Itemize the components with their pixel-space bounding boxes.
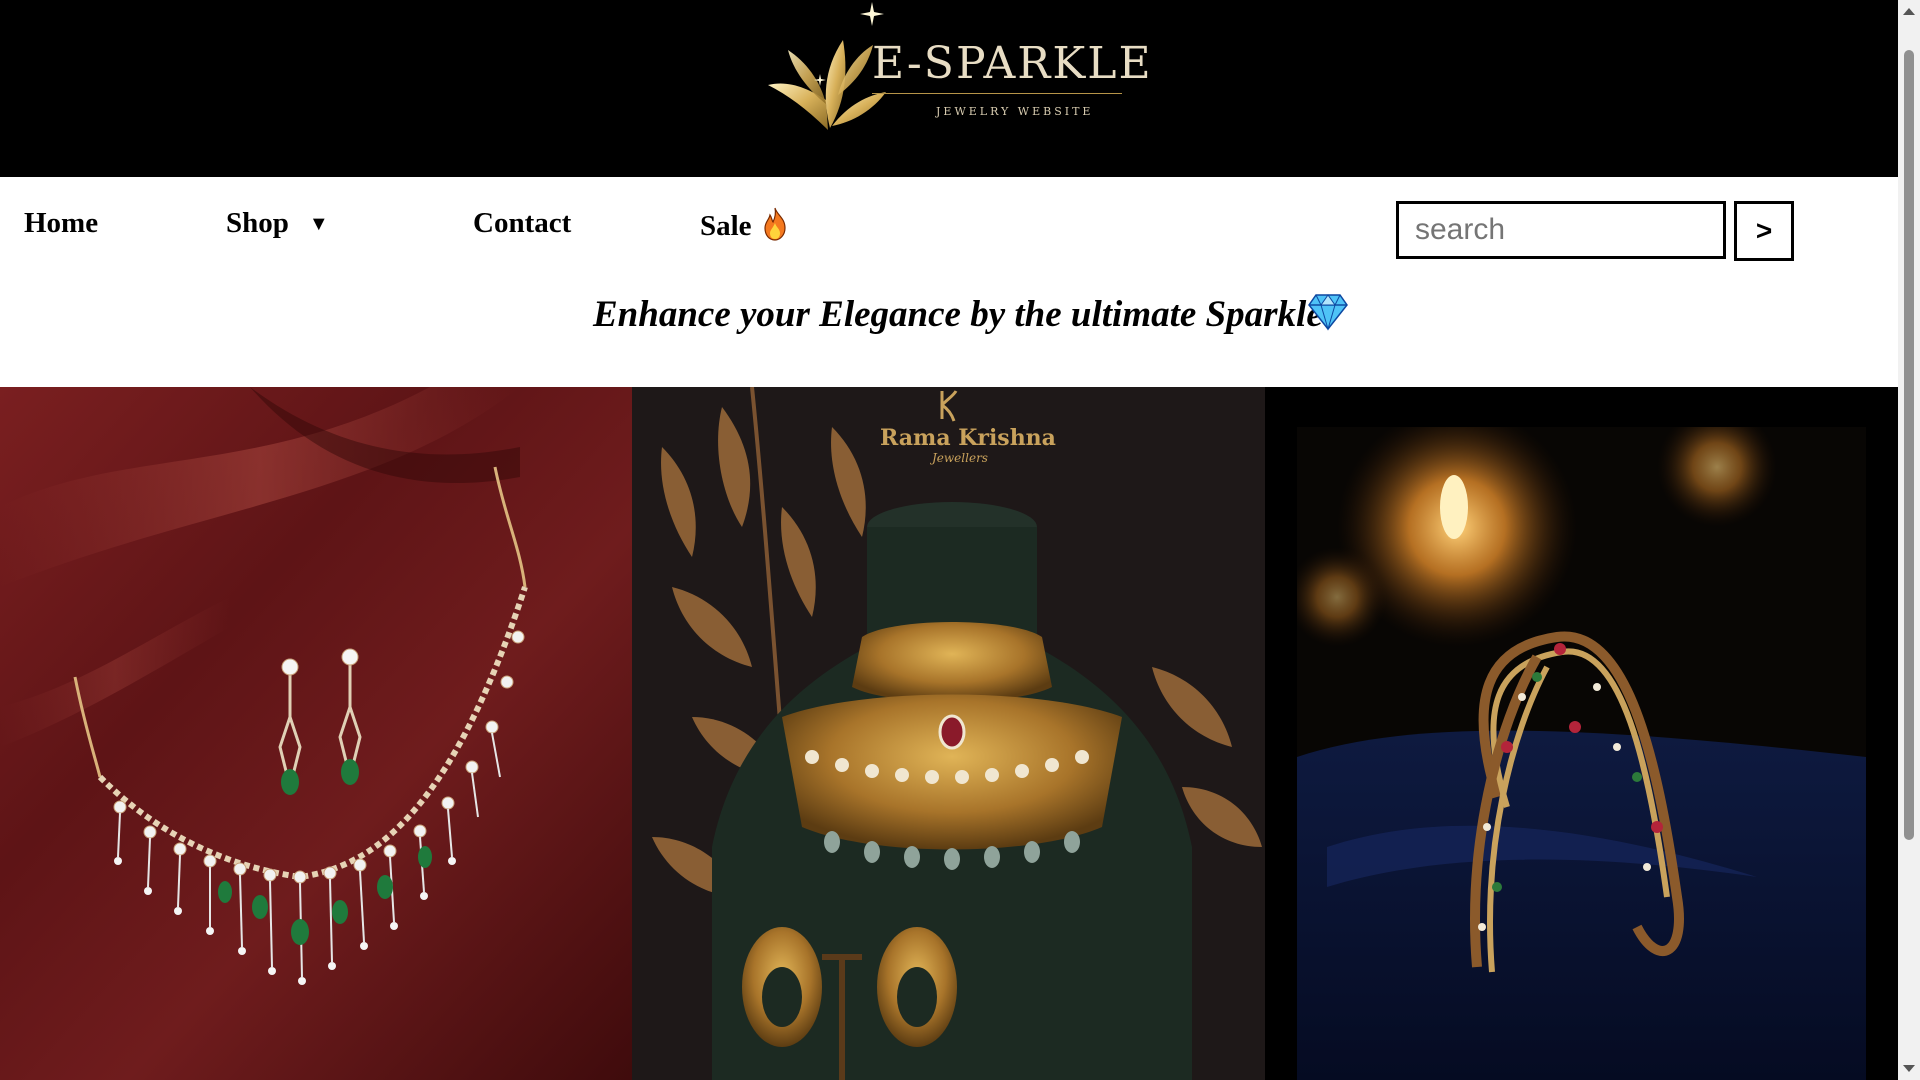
brand-name: Rama Krishna [880,425,1056,451]
nav-shop-dropdown[interactable]: Shop ▼ [226,207,329,240]
bangles-image [1297,427,1866,1080]
nav-home-label: Home [24,207,99,239]
bangles-photo[interactable] [1297,427,1866,1080]
brand-subtitle: Jewellers [932,451,988,465]
nav-shop-label: Shop [226,207,289,239]
nav-contact-label: Contact [473,207,572,239]
fire-icon [764,207,786,241]
choker-photo[interactable]: Rama Krishna Jewellers [632,387,1265,1080]
logo-divider [872,93,1122,94]
scroll-up-arrow-icon[interactable] [1903,8,1915,15]
tagline-section: Enhance your Elegance by the ultimate Sp… [0,287,1898,387]
necklace-image [0,387,632,1080]
nav-home-link[interactable]: Home [24,207,98,240]
page: E-SPARKLE JEWELRY WEBSITE Home Shop ▼ Con… [0,0,1920,1080]
scroll-down-arrow-icon[interactable] [1903,1065,1915,1072]
caret-down-icon: ▼ [308,213,329,235]
nav-sale-label: Sale [700,210,752,242]
gem-icon [1308,294,1348,331]
choker-image [632,387,1265,1080]
brand-emblem-icon [940,390,958,422]
search-input[interactable] [1396,201,1726,259]
main-nav: Home Shop ▼ Contact Sale > [0,177,1898,287]
page-scrollbar[interactable] [1898,0,1920,1080]
search-submit-button[interactable]: > [1734,201,1794,261]
product-gallery: Rama Krishna Jewellers [0,387,1898,1080]
necklace-photo[interactable] [0,387,632,1080]
nav-contact-link[interactable]: Contact [473,207,571,240]
tagline-text: Enhance your Elegance by the ultimate Sp… [593,294,1323,335]
nav-sale-link[interactable]: Sale [700,207,789,243]
scroll-thumb[interactable] [1904,50,1914,840]
flower-logo-icon [768,2,886,130]
site-logo[interactable]: E-SPARKLE JEWELRY WEBSITE [768,0,1151,140]
site-header: E-SPARKLE JEWELRY WEBSITE [0,0,1898,177]
logo-name: E-SPARKLE [872,38,1153,89]
logo-subtitle: JEWELRY WEBSITE [936,105,1094,118]
